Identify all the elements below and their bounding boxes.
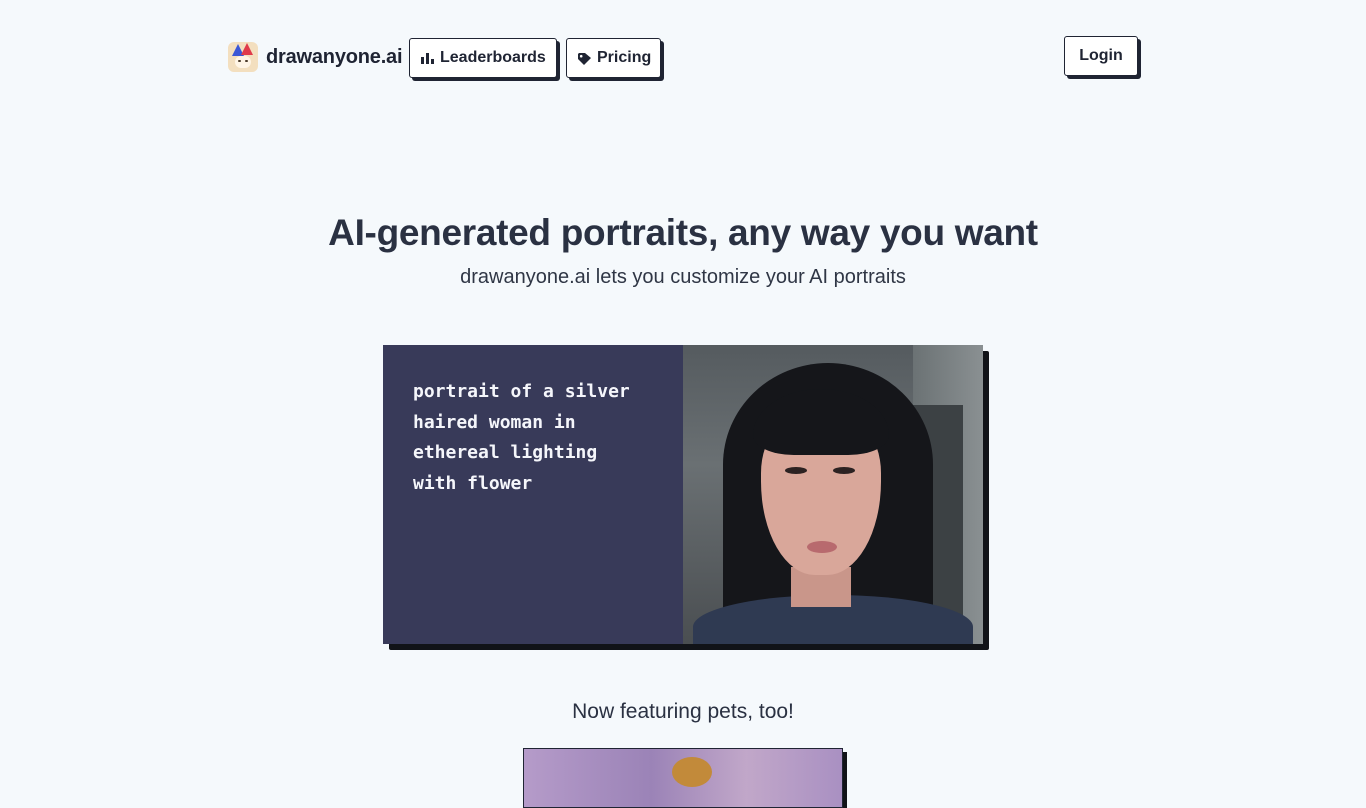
hero-subtitle: drawanyone.ai lets you customize your AI… — [460, 266, 906, 288]
prompt-panel: portrait of a silver haired woman in eth… — [383, 345, 683, 644]
pet-portrait-image — [523, 748, 843, 808]
pets-title: Now featuring pets, too! — [572, 700, 794, 723]
portrait-photo — [683, 345, 983, 644]
demo-card: portrait of a silver haired woman in eth… — [383, 345, 983, 644]
brand-link[interactable]: drawanyone.ai — [228, 42, 403, 72]
tag-icon — [578, 52, 591, 65]
pricing-label: Pricing — [597, 49, 652, 66]
prompt-text: portrait of a silver haired woman in eth… — [413, 381, 630, 494]
hero-title: AI-generated portraits, any way you want — [328, 212, 1038, 253]
leaderboards-label: Leaderboards — [440, 49, 546, 66]
leaderboards-button[interactable]: Leaderboards — [409, 38, 557, 78]
bar-chart-icon — [421, 52, 434, 64]
login-button[interactable]: Login — [1064, 36, 1138, 76]
jester-hat-logo-icon — [228, 42, 258, 72]
site-header: drawanyone.ai Leaderboards Pricing Login — [0, 0, 1366, 110]
pricing-button[interactable]: Pricing — [566, 38, 661, 78]
brand-name: drawanyone.ai — [266, 45, 403, 68]
